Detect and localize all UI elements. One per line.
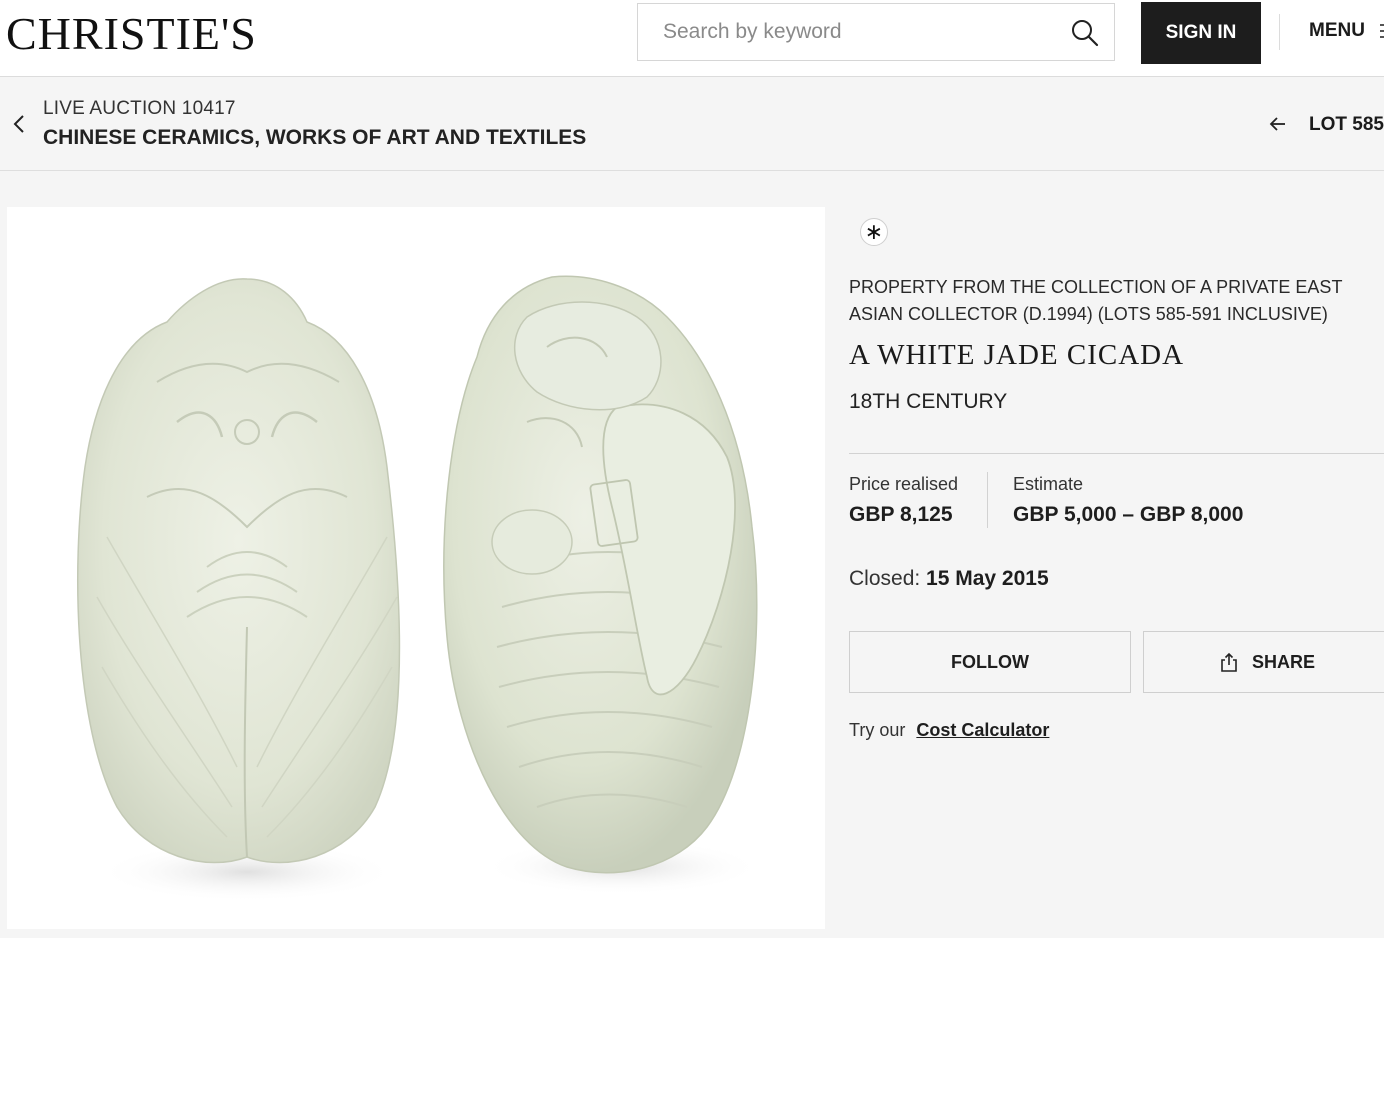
closed-date: Closed: 15 May 2015 [849,567,1049,591]
follow-button[interactable]: FOLLOW [849,631,1131,693]
share-icon [1221,652,1237,672]
search-icon[interactable] [1070,18,1100,48]
sign-in-button[interactable]: SIGN IN [1141,2,1261,64]
estimate: Estimate GBP 5,000 – GBP 8,000 [1013,474,1243,527]
auction-title-link[interactable]: CHINESE CERAMICS, WORKS OF ART AND TEXTI… [43,126,586,150]
header-divider [1279,14,1280,50]
menu-button[interactable]: MENU [1309,20,1365,42]
share-label: SHARE [1251,651,1315,672]
chevron-left-icon[interactable] [12,113,26,135]
estimate-label: Estimate [1013,474,1084,494]
cost-calculator: Try our Cost Calculator [849,720,1049,741]
search-input[interactable] [638,4,1058,60]
auction-bar: LIVE AUCTION 10417 CHINESE CERAMICS, WOR… [0,77,1384,171]
lot-main: ∗ PROPERTY FROM THE COLLECTION OF A PRIV… [0,171,1384,938]
price-divider [987,472,988,528]
lot-provenance: PROPERTY FROM THE COLLECTION OF A PRIVAT… [849,277,1343,324]
christies-logo[interactable]: CHRISTIE'S [6,6,257,62]
asterisk-icon[interactable]: ∗ [860,218,888,246]
jade-cicada-image [77,275,762,902]
calc-prefix: Try our [849,720,906,740]
closed-value: 15 May 2015 [926,567,1049,590]
divider [849,453,1384,454]
cost-calculator-link[interactable]: Cost Calculator [916,720,1049,740]
price-value: GBP 8,125 [849,503,953,526]
lot-subtitle: 18TH CENTURY [849,390,1008,413]
closed-label: Closed: [849,567,921,590]
price-realised: Price realised GBP 8,125 [849,474,958,527]
auction-label: LIVE AUCTION 10417 [43,98,236,119]
price-label: Price realised [849,474,959,494]
lot-image[interactable] [7,207,825,929]
estimate-value: GBP 5,000 – GBP 8,000 [1013,503,1244,526]
top-header: CHRISTIE'S SIGN IN MENU [0,0,1384,77]
arrow-left-icon[interactable] [1268,114,1288,134]
lot-number[interactable]: LOT 585 [1309,114,1384,136]
lot-title: A WHITE JADE CICADA [849,339,1185,371]
search-box [637,3,1115,61]
share-button[interactable]: SHARE [1143,631,1384,693]
lot-details: ∗ PROPERTY FROM THE COLLECTION OF A PRIV… [849,171,1384,938]
hamburger-icon[interactable] [1380,20,1384,42]
